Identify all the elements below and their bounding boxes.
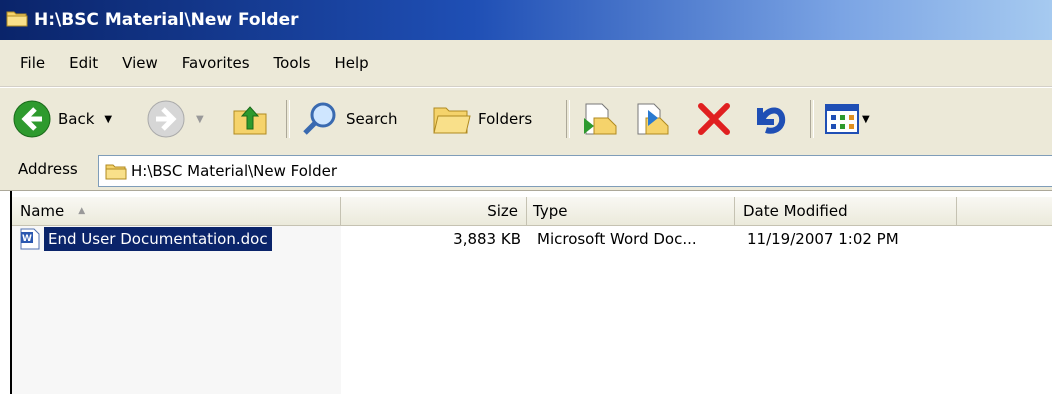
dropdown-arrow-icon[interactable]: ▼: [862, 114, 870, 125]
column-header-name-label: Name: [20, 202, 65, 220]
column-header-type-label: Type: [533, 202, 568, 220]
up-folder-button[interactable]: [232, 88, 268, 150]
address-input[interactable]: H:\BSC Material\New Folder: [98, 155, 1052, 187]
back-label: Back: [58, 110, 95, 128]
search-label: Search: [346, 110, 398, 128]
column-header-name[interactable]: Name ▲: [12, 197, 341, 225]
menu-help[interactable]: Help: [323, 54, 381, 72]
file-date: 11/19/2007 1:02 PM: [747, 230, 899, 248]
column-header-type[interactable]: Type: [527, 197, 735, 225]
forward-arrow-icon: [147, 100, 185, 138]
word-document-icon: W: [20, 228, 40, 250]
address-label: Address: [18, 160, 78, 178]
move-to-icon: [584, 103, 617, 135]
forward-button[interactable]: ▼: [146, 88, 204, 150]
address-value: H:\BSC Material\New Folder: [131, 162, 338, 180]
standard-toolbar: Back ▼ ▼ Search Folders ▼: [0, 87, 1052, 151]
copy-to-button[interactable]: [632, 88, 670, 150]
column-header-date[interactable]: Date Modified: [735, 197, 957, 225]
column-header-row: Name ▲ Size Type Date Modified: [12, 197, 1052, 226]
up-folder-icon: [233, 106, 267, 135]
file-rows: W End User Documentation.doc 3,883 KB Mi…: [12, 225, 1052, 253]
menu-view[interactable]: View: [110, 54, 170, 72]
search-button[interactable]: Search: [300, 88, 398, 150]
undo-icon: [757, 107, 786, 134]
delete-x-icon: [698, 103, 730, 135]
window-title: H:\BSC Material\New Folder: [34, 10, 299, 30]
delete-button[interactable]: [696, 88, 732, 150]
svg-text:W: W: [22, 234, 32, 244]
file-type: Microsoft Word Doc...: [537, 230, 697, 248]
search-icon: [303, 102, 336, 135]
column-header-size-label: Size: [487, 202, 518, 220]
column-header-date-label: Date Modified: [743, 202, 848, 220]
back-arrow-icon: [13, 100, 51, 138]
column-header-empty: [957, 197, 1052, 225]
menu-edit[interactable]: Edit: [57, 54, 110, 72]
folder-icon: [6, 9, 28, 32]
file-row[interactable]: W End User Documentation.doc 3,883 KB Mi…: [12, 225, 1052, 253]
back-button[interactable]: Back ▼: [12, 88, 112, 150]
menu-file[interactable]: File: [0, 54, 57, 72]
file-size: 3,883 KB: [453, 230, 521, 248]
copy-to-icon: [637, 103, 669, 135]
sort-ascending-icon: ▲: [78, 206, 86, 216]
menu-tools[interactable]: Tools: [262, 54, 323, 72]
folders-button[interactable]: Folders: [432, 88, 532, 150]
folders-label: Folders: [478, 110, 533, 128]
menu-bar: File Edit View Favorites Tools Help: [0, 40, 1052, 87]
dropdown-arrow-icon[interactable]: ▼: [196, 114, 204, 125]
dropdown-arrow-icon[interactable]: ▼: [104, 114, 112, 125]
undo-button[interactable]: [750, 88, 790, 150]
file-name: End User Documentation.doc: [44, 227, 272, 251]
folders-icon: [433, 107, 471, 134]
address-bar: Address H:\BSC Material\New Folder: [0, 150, 1052, 191]
title-bar[interactable]: H:\BSC Material\New Folder: [0, 0, 1052, 40]
move-to-button[interactable]: [580, 88, 618, 150]
column-header-size[interactable]: Size: [341, 197, 527, 225]
views-button[interactable]: ▼: [824, 88, 870, 150]
menu-favorites[interactable]: Favorites: [170, 54, 262, 72]
file-name-cell[interactable]: W End User Documentation.doc: [18, 225, 272, 253]
file-list-view[interactable]: Name ▲ Size Type Date Modified W End Use…: [0, 191, 1052, 394]
folder-icon: [105, 164, 127, 180]
views-grid-icon: [825, 104, 859, 134]
